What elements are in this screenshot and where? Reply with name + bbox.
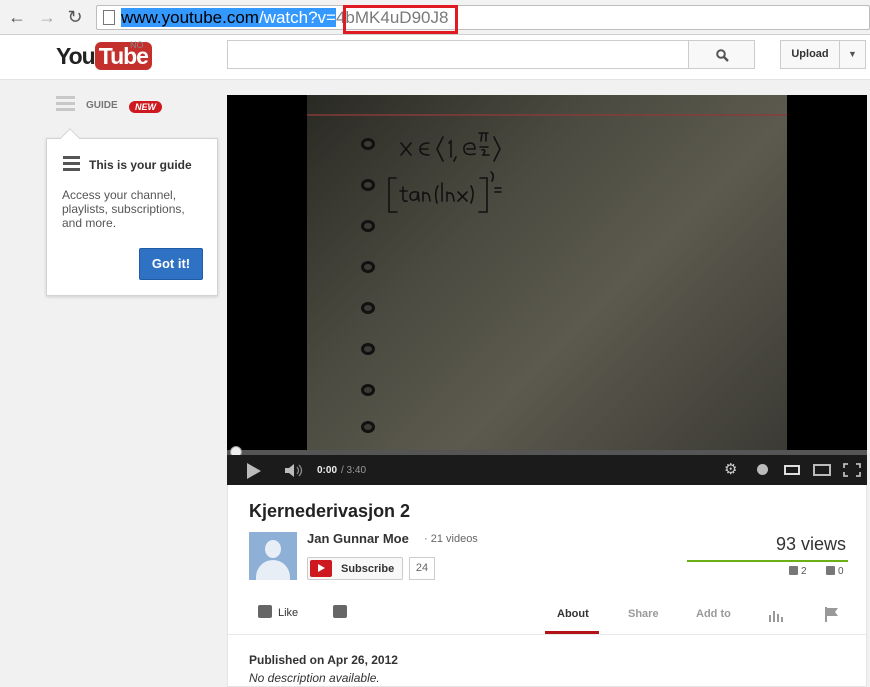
video-title: Kjernederivasjon 2: [249, 501, 411, 521]
like-button[interactable]: Like: [258, 605, 298, 619]
menu-icon: [56, 96, 75, 114]
stats-icon[interactable]: [768, 609, 784, 622]
total-time: / 3:40: [341, 465, 367, 476]
guide-toggle[interactable]: GUIDE NEW: [56, 96, 176, 116]
thumbs-up-icon: [789, 566, 798, 575]
site-header: You Tube NO Upload ▼: [0, 35, 870, 80]
gear-icon[interactable]: ⚙: [724, 460, 737, 478]
tab-about[interactable]: About: [557, 608, 589, 620]
play-icon[interactable]: [247, 463, 261, 479]
video-player[interactable]: 0:00 / 3:40 ⚙: [227, 95, 867, 485]
guide-tooltip: This is your guide Access your channel, …: [46, 128, 218, 296]
large-player-icon[interactable]: [813, 464, 831, 476]
current-time: 0:00: [317, 465, 338, 476]
dislike-button[interactable]: [333, 605, 347, 618]
address-bar[interactable]: www.youtube.com/watch?v=4bMK4uD90J8: [96, 5, 870, 30]
channel-name-link[interactable]: Jan Gunnar Moe: [307, 531, 409, 546]
search-icon: [716, 49, 729, 62]
tab-share[interactable]: Share: [628, 608, 659, 620]
youtube-play-icon: [310, 560, 332, 577]
search-button[interactable]: [688, 40, 755, 69]
like-ratio-bar: [687, 560, 848, 562]
reload-icon[interactable]: ↻: [64, 6, 86, 28]
video-description: No description available.: [249, 671, 380, 685]
guide-label: GUIDE: [86, 100, 118, 111]
fullscreen-icon[interactable]: [843, 463, 861, 477]
divider: [228, 634, 868, 635]
volume-icon[interactable]: [285, 464, 305, 477]
video-info-panel: Kjernederivasjon 2 Jan Gunnar Moe · 21 v…: [227, 485, 868, 687]
url-host-selected: www.youtube.com/watch?v=: [121, 8, 336, 27]
got-it-button[interactable]: Got it!: [139, 248, 203, 280]
forward-arrow-icon[interactable]: →: [36, 6, 58, 28]
player-controls: 0:00 / 3:40 ⚙: [227, 455, 867, 485]
search-input[interactable]: [227, 40, 689, 69]
dislikes-count: 0: [826, 566, 844, 577]
youtube-logo[interactable]: You Tube NO: [56, 40, 152, 70]
avatar[interactable]: [249, 532, 297, 580]
channel-video-count[interactable]: · 21 videos: [424, 533, 478, 545]
likes-count: 2: [789, 566, 807, 577]
menu-icon: [63, 156, 80, 174]
flag-icon[interactable]: [825, 607, 839, 622]
small-player-icon[interactable]: [784, 465, 800, 475]
browser-toolbar: ← → ↻ www.youtube.com/watch?v=4bMK4uD90J…: [0, 0, 870, 35]
country-code: NO: [130, 40, 144, 50]
tooltip-arrow: [60, 128, 80, 148]
chevron-down-icon[interactable]: ▼: [839, 40, 866, 69]
thumbs-up-icon: [258, 605, 272, 618]
published-date: Published on Apr 26, 2012: [249, 653, 398, 667]
subscribe-button[interactable]: Subscribe: [307, 557, 403, 580]
upload-button[interactable]: Upload: [780, 40, 840, 69]
tooltip-title: This is your guide: [89, 158, 192, 172]
tooltip-text: Access your channel, playlists, subscrip…: [62, 188, 185, 230]
page-icon: [103, 10, 115, 25]
handwritten-math: [388, 132, 502, 213]
new-badge: NEW: [129, 101, 162, 113]
view-count: 93 views: [775, 534, 846, 554]
url-id-highlight-box: [343, 5, 458, 34]
video-frame[interactable]: [307, 95, 787, 450]
subscriber-count: 24: [409, 557, 435, 580]
thumbs-down-icon: [826, 566, 835, 575]
back-arrow-icon[interactable]: ←: [6, 6, 28, 28]
clock-icon[interactable]: [757, 464, 768, 475]
tab-add-to[interactable]: Add to: [696, 608, 731, 620]
